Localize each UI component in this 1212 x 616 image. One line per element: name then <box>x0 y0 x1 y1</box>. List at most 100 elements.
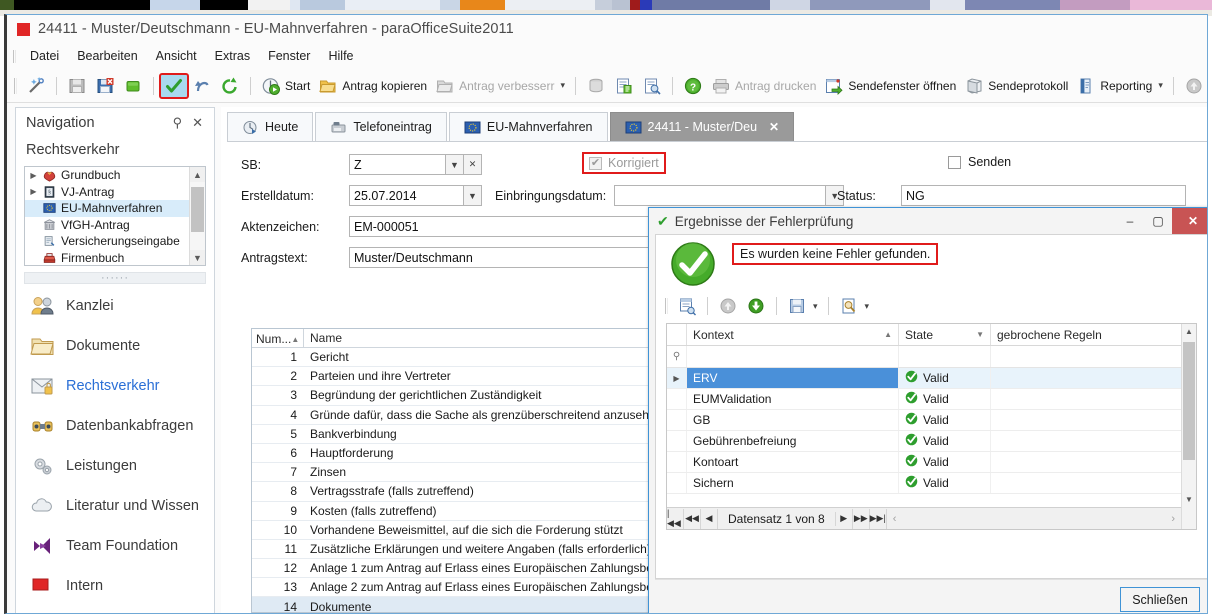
close-icon[interactable]: ✕ <box>187 115 208 131</box>
check-errors-button[interactable] <box>159 72 189 99</box>
move-up-button[interactable] <box>1181 74 1207 98</box>
tree-item-versicherungseingabe[interactable]: Versicherungseingabe <box>25 233 205 250</box>
grid-row[interactable]: 2 Parteien und ihre Vertreter <box>252 367 670 387</box>
tree-item-vj-antrag[interactable]: ▶ § VJ-Antrag <box>25 184 205 201</box>
filter-kontext-input[interactable] <box>687 346 899 367</box>
tree-item-vfgh-antrag[interactable]: VfGH-Antrag <box>25 217 205 234</box>
find-button[interactable]: ▾ <box>836 294 873 318</box>
filter-icon[interactable]: ⚲ <box>667 346 687 367</box>
stop-button[interactable] <box>120 74 146 98</box>
menu-item-bearbeiten[interactable]: Bearbeiten <box>68 47 146 65</box>
tree-item-grundbuch[interactable]: ▶ Grundbuch <box>25 167 205 184</box>
scroll-down-icon[interactable]: ▼ <box>190 250 205 265</box>
save-close-button[interactable] <box>92 74 118 98</box>
expand-chevron-icon[interactable]: ▶ <box>29 187 38 196</box>
table-row[interactable]: Sichern Valid <box>667 473 1196 494</box>
navigation-splitter[interactable]: ······ <box>24 272 206 284</box>
grid-row[interactable]: 8 Vertragsstrafe (falls zutreffend) <box>252 482 670 502</box>
chevron-down-icon[interactable]: ▾ <box>865 301 870 312</box>
menu-item-fenster[interactable]: Fenster <box>259 47 319 65</box>
menu-item-ansicht[interactable]: Ansicht <box>147 47 206 65</box>
column-chooser-button[interactable] <box>674 294 700 318</box>
grid-row[interactable]: 9 Kosten (falls zutreffend) <box>252 502 670 521</box>
menubar-grip[interactable] <box>13 49 16 63</box>
korrigiert-checkbox[interactable]: ✔ <box>589 156 602 170</box>
chevron-down-icon[interactable]: ▾ <box>560 80 565 91</box>
sidebar-item-dokumente[interactable]: Dokumente <box>16 326 214 366</box>
grid-row[interactable]: 10 Vorhandene Beweismittel, auf die sich … <box>252 521 670 540</box>
tab-heute[interactable]: Heute <box>227 112 314 141</box>
grid-row[interactable]: 3 Begründung der gerichtlichen Zuständigk… <box>252 386 670 406</box>
sidebar-item-leistungen[interactable]: Leistungen <box>16 446 214 486</box>
dialog-toolbar-grip[interactable] <box>665 298 668 314</box>
close-button[interactable]: ✕ <box>1172 208 1207 234</box>
reporting-button[interactable]: Reporting ▾ <box>1073 74 1166 98</box>
senden-checkbox[interactable] <box>948 155 961 169</box>
erstelldatum-input[interactable]: 25.07.2014 <box>349 185 464 206</box>
move-down-button[interactable] <box>743 294 769 318</box>
print-application-button[interactable]: Antrag drucken <box>708 74 819 98</box>
redo-button[interactable] <box>217 74 243 98</box>
column-state[interactable]: State ▼ <box>899 324 991 345</box>
toolbar-grip[interactable] <box>14 77 17 94</box>
copy-application-button[interactable]: Antrag kopieren <box>315 74 430 98</box>
sidebar-item-intern[interactable]: Intern <box>16 566 214 606</box>
grid-row[interactable]: 11 Zusätzliche Erklärungen und weitere An… <box>252 540 670 560</box>
table-scrollbar[interactable]: ▲ ▼ <box>1181 324 1196 529</box>
next-page-button[interactable]: ▶▶ <box>853 508 870 529</box>
last-record-button[interactable]: ▶▶| <box>870 508 887 529</box>
minimize-button[interactable]: ‒ <box>1116 208 1144 234</box>
menu-item-hilfe[interactable]: Hilfe <box>319 47 362 65</box>
grid-row[interactable]: 1 Gericht <box>252 348 670 368</box>
grid-row[interactable]: 5 Bankverbindung <box>252 425 670 444</box>
filter-state-input[interactable] <box>899 346 991 367</box>
grid-row[interactable]: 13 Anlage 2 zum Antrag auf Erlass eines E… <box>252 578 670 598</box>
tab-eu-mahnverfahren[interactable]: EU-Mahnverfahren <box>448 112 608 141</box>
chevron-down-icon[interactable]: ▾ <box>1158 80 1163 91</box>
undo-button[interactable] <box>189 74 215 98</box>
first-record-button[interactable]: |◀◀ <box>667 508 684 529</box>
column-broken-rules[interactable]: gebrochene Regeln <box>991 324 1196 345</box>
status-input[interactable]: NG <box>901 185 1186 206</box>
sidebar-item-kanzlei[interactable]: Kanzlei <box>16 286 214 326</box>
grid-row[interactable]: 7 Zinsen <box>252 463 670 483</box>
open-send-window-button[interactable]: Sendefenster öffnen <box>821 74 959 98</box>
sidebar-item-team-foundation[interactable]: Team Foundation <box>16 526 214 566</box>
send-protocol-button[interactable]: Sendeprotokoll <box>961 74 1071 98</box>
schliessen-button[interactable]: Schließen <box>1120 587 1200 612</box>
improve-application-button[interactable]: Antrag verbesserr ▾ <box>432 74 568 98</box>
chevron-down-icon[interactable]: ▼ <box>446 154 464 175</box>
sidebar-item-literatur-und-wissen[interactable]: Literatur und Wissen <box>16 486 214 526</box>
database-button[interactable] <box>583 74 609 98</box>
grid-column-num[interactable]: Num... ▲ <box>252 329 304 347</box>
horizontal-scroll-area[interactable]: ‹ › <box>887 513 1181 525</box>
tree-item-firmenbuch[interactable]: Firmenbuch <box>25 250 205 266</box>
prev-page-button[interactable]: ◀◀ <box>684 508 701 529</box>
maximize-button[interactable]: ▢ <box>1144 208 1172 234</box>
save-button[interactable] <box>64 74 90 98</box>
pin-icon[interactable]: ⚲ <box>168 115 188 131</box>
wand-button[interactable] <box>23 74 49 98</box>
chevron-down-icon[interactable]: ▼ <box>464 185 482 206</box>
table-row[interactable]: EUMValidation Valid <box>667 389 1196 410</box>
grid-column-name[interactable]: Name <box>304 329 670 347</box>
einbringungsdatum-input[interactable] <box>614 185 827 206</box>
help-button[interactable]: ? <box>680 74 706 98</box>
start-button[interactable]: Start <box>258 74 313 98</box>
scroll-up-icon[interactable]: ▲ <box>1182 324 1196 339</box>
menu-item-extras[interactable]: Extras <box>206 47 259 65</box>
grid-row[interactable]: 6 Hauptforderung <box>252 444 670 464</box>
move-up-button[interactable] <box>715 294 741 318</box>
report-lookup-button[interactable] <box>639 74 665 98</box>
grid-row[interactable]: 14 Dokumente <box>252 597 670 612</box>
scrollbar-thumb[interactable] <box>191 187 204 232</box>
clear-x-icon[interactable]: ✕ <box>464 154 482 175</box>
table-row[interactable]: Gebührenbefreiung Valid <box>667 431 1196 452</box>
expand-chevron-icon[interactable]: ▶ <box>29 171 38 180</box>
tab-close-icon[interactable]: ✕ <box>769 120 779 134</box>
table-row[interactable]: Kontoart Valid <box>667 452 1196 473</box>
chevron-down-icon[interactable]: ▾ <box>813 301 818 312</box>
filter-rules-input[interactable] <box>991 346 1196 367</box>
scroll-left-icon[interactable]: ‹ <box>893 513 897 525</box>
save-layout-button[interactable]: ▾ <box>784 294 821 318</box>
